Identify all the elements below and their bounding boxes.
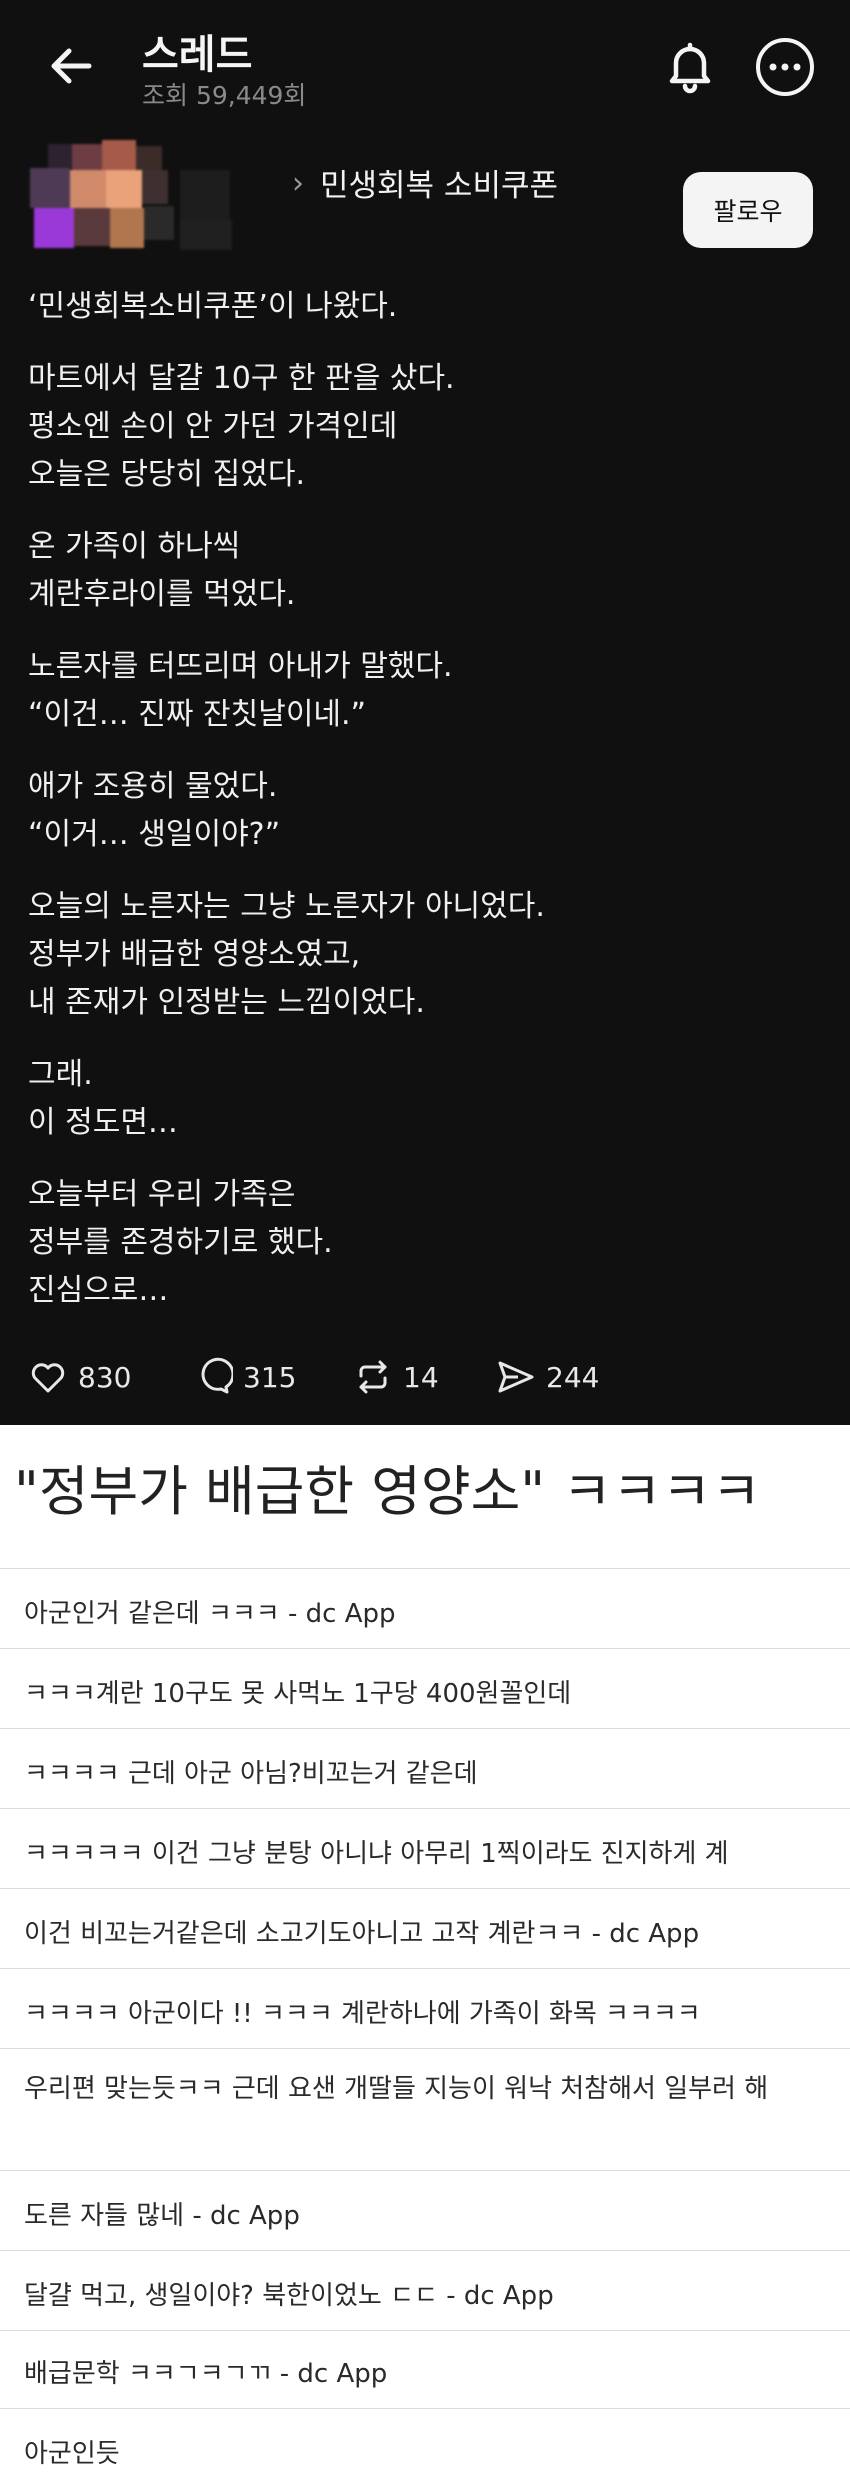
post-paragraph: 오늘부터 우리 가족은 정부를 존경하기로 했다. 진심으로… (28, 1171, 818, 1315)
post-line: 마트에서 달걀 10구 한 판을 샀다. (28, 361, 455, 396)
post-line: 노른자를 터뜨리며 아내가 말했다. (28, 649, 453, 684)
comment-item: ㅋㅋㅋㅋ 근데 아군 아님?비꼬는거 같은데 (0, 1728, 850, 1808)
community-name-link[interactable]: 민생회복 소비쿠폰 (320, 160, 558, 205)
send-icon (498, 1361, 534, 1393)
comment-text: 달걀 먹고, 생일이야? 북한이었노 ㄷㄷ - dc App (24, 2281, 554, 2311)
post-paragraph: 마트에서 달걀 10구 한 판을 샀다. 평소엔 손이 안 가던 가격인데 오늘… (28, 355, 818, 499)
comment-text: ㅋㅋㅋㅋㅋ 이건 그냥 분탕 아니냐 아무리 1찍이라도 진지하게 계 (24, 1839, 729, 1869)
comment-item: 이건 비꼬는거같은데 소고기도아니고 고작 계란ㅋㅋ - dc App (0, 1888, 850, 1968)
post-line: 정부를 존경하기로 했다. (28, 1225, 333, 1260)
post-line: 계란후라이를 먹었다. (28, 577, 296, 612)
share-count: 244 (546, 1360, 600, 1394)
comment-item: ㅋㅋㅋㅋㅋ 이건 그냥 분탕 아니냐 아무리 1찍이라도 진지하게 계 (0, 1808, 850, 1888)
comment-text: ㅋㅋㅋ계란 10구도 못 사먹노 1구당 400원꼴인데 (24, 1679, 572, 1709)
post-line: 평소엔 손이 안 가던 가격인데 (28, 409, 398, 444)
comment-item: 배급문학 ㅋㅋㄱㅋㄱㄲ - dc App (0, 2330, 850, 2408)
post-line: “이거… 생일이야?” (28, 817, 281, 852)
comment-text: ㅋㅋㅋㅋ 근데 아군 아님?비꼬는거 같은데 (24, 1759, 478, 1789)
comment-text: 이건 비꼬는거같은데 소고기도아니고 고작 계란ㅋㅋ - dc App (24, 1919, 700, 1949)
comment-item: 도른 자들 많네 - dc App (0, 2170, 850, 2250)
heart-icon (31, 1363, 65, 1393)
post-paragraph: ‘민생회복소비쿠폰’이 나왔다. (28, 283, 818, 331)
like-count: 830 (78, 1360, 132, 1394)
back-button[interactable] (45, 40, 97, 92)
page-title: 스레드 (142, 32, 253, 78)
post-paragraph: 노른자를 터뜨리며 아내가 말했다. “이건… 진짜 잔칫날이네.” (28, 643, 818, 739)
author-avatar-blurred[interactable] (30, 140, 260, 258)
arrow-left-icon (51, 48, 92, 84)
threads-screenshot: 스레드 조회 59,449회 › 민생회복 소비쿠폰 팔로우 ‘민생회복소비쿠폰… (0, 0, 850, 1425)
follow-button[interactable]: 팔로우 (683, 172, 813, 248)
comment-item: 아군인듯 (0, 2408, 850, 2488)
like-button[interactable]: 830 (28, 1352, 131, 1402)
comment-text: 아군인듯 (24, 2439, 120, 2469)
post-paragraph: 오늘의 노른자는 그냥 노른자가 아니었다. 정부가 배급한 영양소였고, 내 … (28, 883, 818, 1027)
article-title: "정부가 배급한 영양소" ㅋㅋㅋㅋ (14, 1460, 762, 1523)
notifications-button[interactable] (660, 36, 720, 96)
comment-text: 우리편 맞는듯ㅋㅋ 근데 요샌 개딸들 지능이 워낙 처참해서 일부러 해 (24, 2074, 769, 2104)
top-bar: 스레드 조회 59,449회 (0, 0, 850, 130)
post-line: ‘민생회복소비쿠폰’이 나왔다. (28, 289, 398, 324)
comment-item: ㅋㅋㅋㅋ 아군이다 !! ㅋㅋㅋ 계란하나에 가족이 화목 ㅋㅋㅋㅋ (0, 1968, 850, 2048)
comment-item: 달걀 먹고, 생일이야? 북한이었노 ㄷㄷ - dc App (0, 2250, 850, 2330)
comment-count: 315 (243, 1360, 297, 1394)
comment-item: ㅋㅋㅋ계란 10구도 못 사먹노 1구당 400원꼴인데 (0, 1648, 850, 1728)
post-line: 정부가 배급한 영양소였고, (28, 937, 361, 972)
comment-text: 도른 자들 많네 - dc App (24, 2201, 300, 2231)
post-line: 오늘은 당당히 집었다. (28, 457, 306, 492)
comment-text: ㅋㅋㅋㅋ 아군이다 !! ㅋㅋㅋ 계란하나에 가족이 화목 ㅋㅋㅋㅋ (24, 1999, 701, 2029)
comment-text: 배급문학 ㅋㅋㄱㅋㄱㄲ - dc App (24, 2359, 388, 2389)
post-paragraph: 그래. 이 정도면… (28, 1051, 818, 1147)
post-line: 그래. (28, 1057, 93, 1092)
post-line: 오늘부터 우리 가족은 (28, 1177, 296, 1212)
chevron-right-icon: › (292, 166, 304, 201)
post-line: “이건… 진짜 잔칫날이네.” (28, 697, 367, 732)
post-actions: 830 315 14 244 (28, 1352, 828, 1402)
post-paragraph: 온 가족이 하나씩 계란후라이를 먹었다. (28, 523, 818, 619)
comment-item: 우리편 맞는듯ㅋㅋ 근데 요샌 개딸들 지능이 워낙 처참해서 일부러 해 (0, 2048, 850, 2170)
post-line: 진심으로… (28, 1273, 169, 1308)
repost-button[interactable]: 14 (353, 1352, 439, 1402)
post-line: 온 가족이 하나씩 (28, 529, 241, 564)
comment-text: 아군인거 같은데 ㅋㅋㅋ - dc App (24, 1599, 396, 1629)
post-paragraph: 애가 조용히 물었다. “이거… 생일이야?” (28, 763, 818, 859)
view-count: 조회 59,449회 (142, 81, 307, 110)
post-line: 애가 조용히 물었다. (28, 769, 278, 804)
share-button[interactable]: 244 (496, 1352, 599, 1402)
bell-icon (669, 42, 711, 94)
comment-bubble-icon (201, 1357, 233, 1394)
repost-icon (359, 1360, 387, 1394)
post-line: 내 존재가 인정받는 느낌이었다. (28, 985, 425, 1020)
comment-button[interactable]: 315 (193, 1352, 296, 1402)
post-line: 이 정도면… (28, 1105, 178, 1140)
more-options-button[interactable] (754, 36, 816, 98)
post-line: 오늘의 노른자는 그냥 노른자가 아니었다. (28, 889, 545, 924)
post-text: ‘민생회복소비쿠폰’이 나왔다. 마트에서 달걀 10구 한 판을 샀다. 평소… (28, 283, 818, 1339)
comment-item: 아군인거 같은데 ㅋㅋㅋ - dc App (0, 1568, 850, 1648)
more-horizontal-icon (756, 38, 814, 96)
repost-count: 14 (403, 1360, 439, 1394)
